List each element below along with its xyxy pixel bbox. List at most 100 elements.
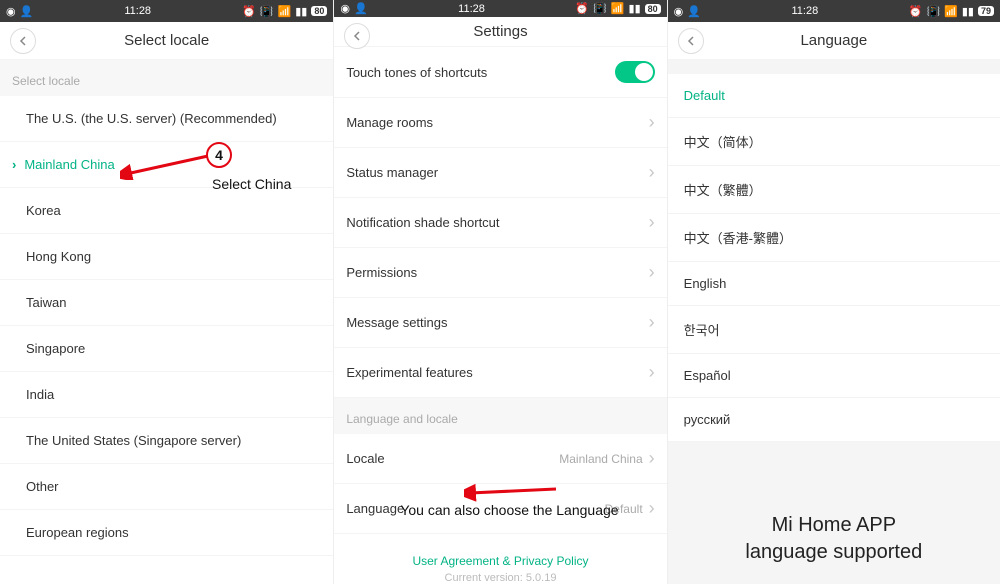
settings-label: Status manager xyxy=(346,165,648,180)
user-agreement-link[interactable]: User Agreement & Privacy Policy xyxy=(334,534,666,568)
vibrate-icon: 📳 xyxy=(926,5,940,18)
profile-icon: 👤 xyxy=(354,2,368,15)
locale-label: Mainland China xyxy=(24,157,321,172)
annotation-text: You can also choose the Language xyxy=(400,502,618,518)
locale-label: Korea xyxy=(26,203,321,218)
chevron-right-icon: › xyxy=(649,112,655,133)
language-row[interactable]: Español xyxy=(668,354,1000,398)
panel-settings: ◉ 👤 11:28 ⏰ 📳 📶 ▮▮ 80 Settings Touch ton… xyxy=(333,0,666,584)
language-row[interactable]: English xyxy=(668,262,1000,306)
back-button[interactable] xyxy=(344,23,370,49)
section-header: Language and locale xyxy=(334,398,666,434)
language-row[interactable]: 한국어 xyxy=(668,306,1000,354)
profile-icon: 👤 xyxy=(20,5,34,18)
language-row[interactable]: 中文（繁體） xyxy=(668,166,1000,214)
page-title: Select locale xyxy=(124,32,209,49)
notification-icon: ◉ xyxy=(340,2,350,15)
status-time: 11:28 xyxy=(458,3,485,15)
settings-row[interactable]: Notification shade shortcut› xyxy=(334,198,666,248)
panel-language: ◉ 👤 11:28 ⏰ 📳 📶 ▮▮ 79 Language Default中文… xyxy=(667,0,1000,584)
language-row[interactable]: 中文（香港-繁體） xyxy=(668,214,1000,262)
chevron-left-icon xyxy=(352,31,362,41)
locale-list: The U.S. (the U.S. server) (Recommended)… xyxy=(0,96,333,556)
locale-row[interactable]: Taiwan xyxy=(0,280,333,326)
settings-value: Mainland China xyxy=(559,452,642,466)
page-title: Settings xyxy=(473,23,527,40)
settings-label: Touch tones of shortcuts xyxy=(346,65,614,80)
locale-label: Hong Kong xyxy=(26,249,321,264)
annotation-step-badge: 4 xyxy=(206,142,232,168)
settings-label: Message settings xyxy=(346,315,648,330)
signal-icon: ▮▮ xyxy=(962,5,974,18)
profile-icon: 👤 xyxy=(687,5,701,18)
locale-row[interactable]: Korea xyxy=(0,188,333,234)
locale-label: India xyxy=(26,387,321,402)
settings-row[interactable]: Message settings› xyxy=(334,298,666,348)
settings-label: Permissions xyxy=(346,265,648,280)
language-row[interactable]: Default xyxy=(668,74,1000,118)
locale-row[interactable]: Hong Kong xyxy=(0,234,333,280)
signal-icon: ▮▮ xyxy=(295,5,307,18)
settings-row[interactable]: Permissions› xyxy=(334,248,666,298)
settings-label: Locale xyxy=(346,451,559,466)
chevron-left-icon xyxy=(686,36,696,46)
chevron-right-icon: › xyxy=(649,312,655,333)
language-row[interactable]: русский xyxy=(668,398,1000,442)
status-time: 11:28 xyxy=(124,5,151,17)
chevron-right-icon: › xyxy=(649,362,655,383)
language-row[interactable]: 中文（简体） xyxy=(668,118,1000,166)
wifi-icon: 📶 xyxy=(944,5,958,18)
panel-select-locale: ◉ 👤 11:28 ⏰ 📳 📶 ▮▮ 80 Select locale Sele… xyxy=(0,0,333,584)
locale-row[interactable]: Other xyxy=(0,464,333,510)
settings-row[interactable]: Experimental features› xyxy=(334,348,666,398)
locale-row[interactable]: The United States (Singapore server) xyxy=(0,418,333,464)
status-time: 11:28 xyxy=(792,5,819,17)
locale-row[interactable]: The U.S. (the U.S. server) (Recommended) xyxy=(0,96,333,142)
settings-row[interactable]: Status manager› xyxy=(334,148,666,198)
notification-icon: ◉ xyxy=(674,5,684,18)
locale-label: The United States (Singapore server) xyxy=(26,433,321,448)
alarm-icon: ⏰ xyxy=(909,5,923,18)
alarm-icon: ⏰ xyxy=(242,5,256,18)
chevron-left-icon xyxy=(18,36,28,46)
page-title: Language xyxy=(800,32,867,49)
settings-row[interactable]: Touch tones of shortcuts xyxy=(334,47,666,98)
locale-label: European regions xyxy=(26,525,321,540)
chevron-right-icon: › xyxy=(649,448,655,469)
vibrate-icon: 📳 xyxy=(260,5,274,18)
back-button[interactable] xyxy=(678,28,704,54)
settings-label: Notification shade shortcut xyxy=(346,215,648,230)
battery-badge: 79 xyxy=(978,6,994,16)
battery-badge: 80 xyxy=(311,6,327,16)
toggle-switch[interactable] xyxy=(615,61,655,83)
battery-badge: 80 xyxy=(645,4,661,14)
caption-line-1: Mi Home APP xyxy=(668,490,1000,541)
back-button[interactable] xyxy=(10,28,36,54)
settings-row[interactable]: Manage rooms› xyxy=(334,98,666,148)
version-text: Current version: 5.0.19 xyxy=(334,568,666,584)
alarm-icon: ⏰ xyxy=(575,2,589,15)
settings-label: Manage rooms xyxy=(346,115,648,130)
vibrate-icon: 📳 xyxy=(593,2,607,15)
title-bar: Settings xyxy=(334,17,666,47)
locale-label: The U.S. (the U.S. server) (Recommended) xyxy=(26,111,321,126)
settings-row[interactable]: LocaleMainland China › xyxy=(334,434,666,484)
locale-row[interactable]: India xyxy=(0,372,333,418)
selected-indicator-icon: › xyxy=(12,157,16,172)
status-bar: ◉ 👤 11:28 ⏰ 📳 📶 ▮▮ 80 xyxy=(334,0,666,17)
locale-row[interactable]: Singapore xyxy=(0,326,333,372)
chevron-right-icon: › xyxy=(649,212,655,233)
wifi-icon: 📶 xyxy=(278,5,292,18)
locale-row[interactable]: European regions xyxy=(0,510,333,556)
title-bar: Language xyxy=(668,22,1000,60)
chevron-right-icon: › xyxy=(649,262,655,283)
title-bar: Select locale xyxy=(0,22,333,60)
locale-label: Taiwan xyxy=(26,295,321,310)
signal-icon: ▮▮ xyxy=(629,2,641,15)
notification-icon: ◉ xyxy=(6,5,16,18)
section-header: Select locale xyxy=(0,60,333,96)
settings-list-1: Touch tones of shortcutsManage rooms›Sta… xyxy=(334,47,666,398)
locale-label: Other xyxy=(26,479,321,494)
language-list: Default中文（简体）中文（繁體）中文（香港-繁體）English한국어Es… xyxy=(668,74,1000,442)
caption-line-2: language supported xyxy=(668,541,1000,584)
